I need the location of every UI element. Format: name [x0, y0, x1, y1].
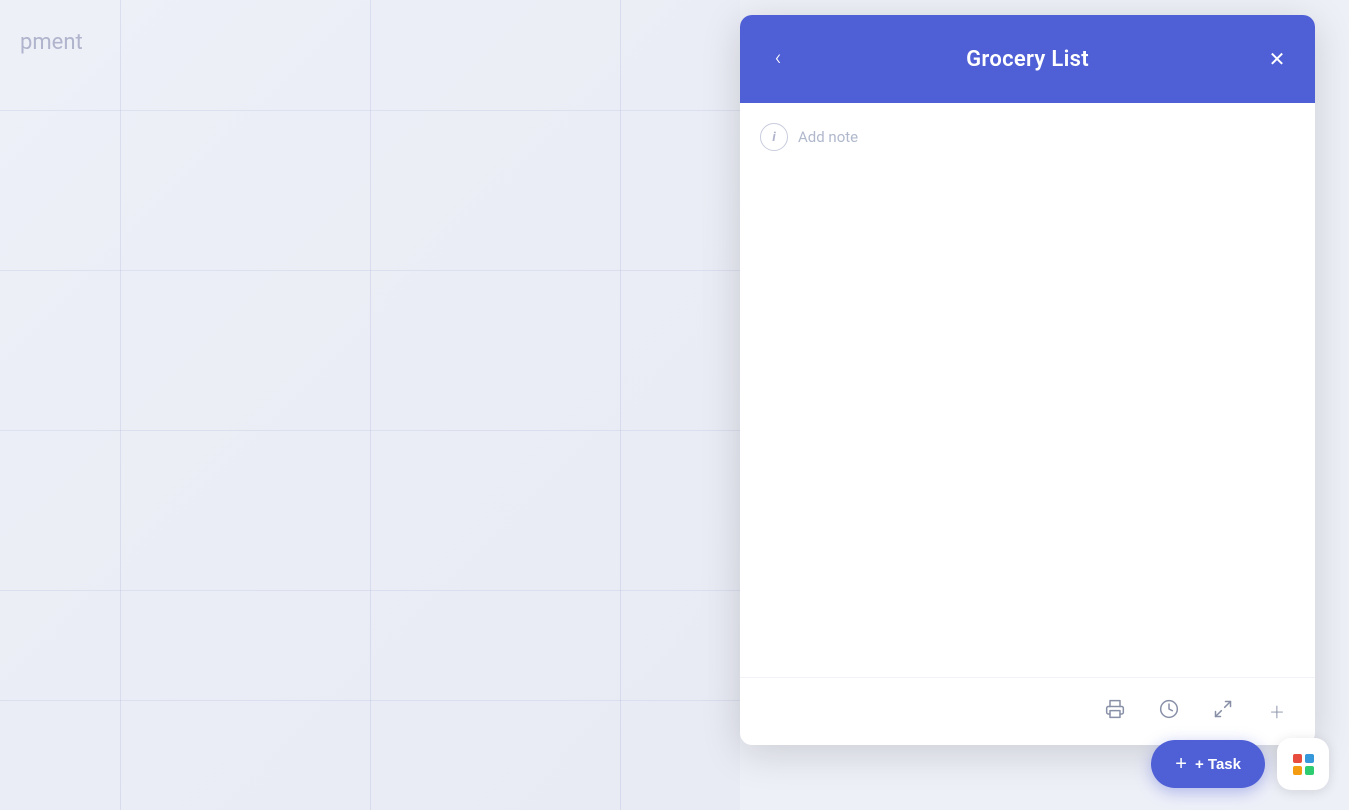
apps-button[interactable] [1277, 738, 1329, 790]
panel-header: ‹ Grocery List ✕ [740, 15, 1315, 103]
panel-footer: + [740, 677, 1315, 745]
add-note-row[interactable]: i Add note [760, 119, 1295, 155]
close-button[interactable]: ✕ [1259, 41, 1295, 77]
expand-button[interactable] [1205, 694, 1241, 730]
add-task-button[interactable]: + + Task [1151, 740, 1265, 788]
panel-title: Grocery List [966, 47, 1089, 72]
panel-body: i Add note [740, 103, 1315, 677]
apps-grid [1293, 754, 1314, 775]
back-icon: ‹ [775, 48, 782, 70]
note-icon-wrapper: i [760, 123, 788, 151]
background-partial-text: pment [20, 30, 83, 55]
plus-icon: + [1175, 754, 1187, 774]
add-item-button[interactable]: + [1259, 694, 1295, 730]
expand-icon [1213, 699, 1233, 724]
add-note-placeholder: Add note [798, 128, 858, 146]
italic-icon: i [772, 130, 775, 145]
apps-dot-green [1305, 766, 1314, 775]
apps-dot-blue [1305, 754, 1314, 763]
back-button[interactable]: ‹ [760, 41, 796, 77]
add-task-label: + Task [1195, 756, 1241, 773]
grocery-list-panel: ‹ Grocery List ✕ i Add note [740, 15, 1315, 745]
history-button[interactable] [1151, 694, 1187, 730]
background-area: pment [0, 0, 740, 810]
history-icon [1159, 699, 1179, 724]
add-icon: + [1270, 698, 1284, 726]
close-icon: ✕ [1269, 49, 1286, 69]
apps-dot-yellow [1293, 766, 1302, 775]
print-icon [1105, 699, 1125, 724]
apps-dot-red [1293, 754, 1302, 763]
bottom-actions: + + Task [1151, 738, 1329, 790]
print-button[interactable] [1097, 694, 1133, 730]
